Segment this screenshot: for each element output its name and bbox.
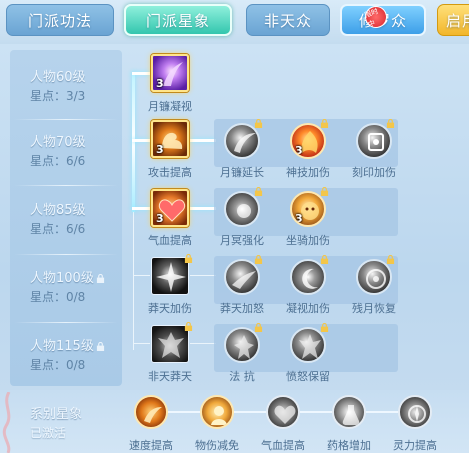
skill-moon-gaze[interactable]: 3 xyxy=(151,54,189,92)
lock-icon xyxy=(386,255,395,264)
lock-icon xyxy=(320,187,329,196)
row-level-text: 人物100级 xyxy=(30,271,94,286)
lock-icon xyxy=(184,322,193,331)
lock-icon xyxy=(320,255,329,264)
skill-label: 刻印加伤 xyxy=(352,166,396,179)
lock-icon xyxy=(254,187,263,196)
skill-mount-damage[interactable]: 3 xyxy=(290,191,326,227)
skill-label: 神技加伤 xyxy=(286,166,330,179)
series-label: 速度提高 xyxy=(129,439,173,452)
skill-label: 气血提高 xyxy=(148,234,192,247)
tab-label: 启用 xyxy=(446,11,469,30)
tree-branch xyxy=(132,139,150,142)
row-stars-60: 星点：3/3 xyxy=(30,89,86,103)
top-tab-bar: 门派功法 门派星象 非天众 修罗众 启用 限时中 xyxy=(0,0,469,44)
divider xyxy=(14,119,118,120)
series-label: 灵力提高 xyxy=(393,439,437,452)
skill-mangtian-rage[interactable] xyxy=(224,259,260,295)
skill-tree-trunk-locked xyxy=(133,212,134,350)
tab-feitian[interactable]: 非天众 xyxy=(246,4,330,36)
tree-branch xyxy=(132,207,150,210)
lock-icon xyxy=(96,274,104,283)
row-level-60: 人物60级 xyxy=(30,70,86,85)
series-status: 已激活 xyxy=(30,426,67,440)
skill-count: 3 xyxy=(156,143,164,156)
lock-icon xyxy=(184,254,193,263)
lock-icon xyxy=(320,119,329,128)
skill-label: 月冥强化 xyxy=(220,234,264,247)
skill-label: 坐骑加伤 xyxy=(286,234,330,247)
tree-branch xyxy=(190,275,216,276)
row-stars-100: 星点：0/8 xyxy=(30,290,86,304)
skill-label: 凝视加伤 xyxy=(286,302,330,315)
row-level-115: 人物115级 xyxy=(30,335,105,354)
tab-label: 门派功法 xyxy=(27,11,92,30)
series-spirit-up[interactable] xyxy=(398,395,432,429)
row-level-70: 人物70级 xyxy=(30,135,86,150)
divider xyxy=(14,254,118,255)
skill-waning-moon-recover[interactable] xyxy=(356,259,392,295)
tree-branch xyxy=(190,343,216,344)
series-label: 物伤减免 xyxy=(195,439,239,452)
row-level-text: 人物115级 xyxy=(30,339,94,354)
series-label: 药格增加 xyxy=(327,439,371,452)
row-level-85: 人物85级 xyxy=(30,203,86,218)
tab-sect-stars[interactable]: 门派星象 xyxy=(124,4,232,36)
skill-label: 愤怒保留 xyxy=(286,370,330,383)
row-stars-70: 星点：6/6 xyxy=(30,154,86,168)
skill-label: 月镰延长 xyxy=(220,166,264,179)
skill-label: 非天莽天 xyxy=(148,370,192,383)
tree-branch xyxy=(190,207,216,210)
skill-moon-extend[interactable] xyxy=(224,123,260,159)
skill-label: 攻击提高 xyxy=(148,166,192,179)
row-stars-85: 星点：6/6 xyxy=(30,222,86,236)
skill-label: 莽天加怒 xyxy=(220,302,264,315)
lock-icon xyxy=(96,342,104,351)
skill-attack-up[interactable]: 3 xyxy=(151,120,189,158)
tree-branch xyxy=(132,72,150,75)
row-level-100: 人物100级 xyxy=(30,267,105,286)
burst-icon xyxy=(156,262,186,292)
skill-divine-damage[interactable]: 3 xyxy=(290,123,326,159)
skill-label: 残月恢复 xyxy=(352,302,396,315)
series-medicine-slot[interactable] xyxy=(332,395,366,429)
skill-tree-trunk xyxy=(132,72,135,212)
skill-label: 月镰凝视 xyxy=(148,100,192,113)
skill-label: 法 抗 xyxy=(229,370,255,383)
divider xyxy=(14,322,118,323)
series-title: 系别星象 xyxy=(30,407,83,422)
tree-branch xyxy=(133,343,150,344)
tree-branch xyxy=(190,139,216,142)
divider xyxy=(14,185,118,186)
skill-count: 3 xyxy=(156,77,164,90)
lock-icon xyxy=(386,119,395,128)
skill-gaze-damage[interactable] xyxy=(290,259,326,295)
lock-icon xyxy=(320,323,329,332)
series-speed-up[interactable] xyxy=(134,395,168,429)
skill-hp-up[interactable]: 3 xyxy=(151,189,189,227)
tab-label: 非天众 xyxy=(263,11,312,30)
skill-mark-damage[interactable] xyxy=(356,123,392,159)
row-stars-115: 星点：0/8 xyxy=(30,358,86,372)
demon-figure-icon xyxy=(158,332,184,358)
skill-count: 3 xyxy=(295,144,303,157)
lock-icon xyxy=(254,323,263,332)
series-label: 气血提高 xyxy=(261,439,305,452)
ornament-decoration xyxy=(2,392,11,453)
skill-count: 3 xyxy=(156,212,164,225)
tree-branch xyxy=(133,275,150,276)
tab-label: 门派星象 xyxy=(145,11,210,30)
lock-icon xyxy=(254,255,263,264)
skill-rage-retain[interactable] xyxy=(290,327,326,363)
tab-sect-skills[interactable]: 门派功法 xyxy=(6,4,114,36)
lock-icon xyxy=(254,119,263,128)
series-phys-reduce[interactable] xyxy=(200,395,234,429)
series-hp-up[interactable] xyxy=(266,395,300,429)
tab-enable[interactable]: 启用 xyxy=(437,4,469,36)
skill-magic-resist[interactable] xyxy=(224,327,260,363)
skill-moon-enhance[interactable] xyxy=(224,191,260,227)
skill-count: 3 xyxy=(295,212,303,225)
skill-label: 莽天加伤 xyxy=(148,302,192,315)
